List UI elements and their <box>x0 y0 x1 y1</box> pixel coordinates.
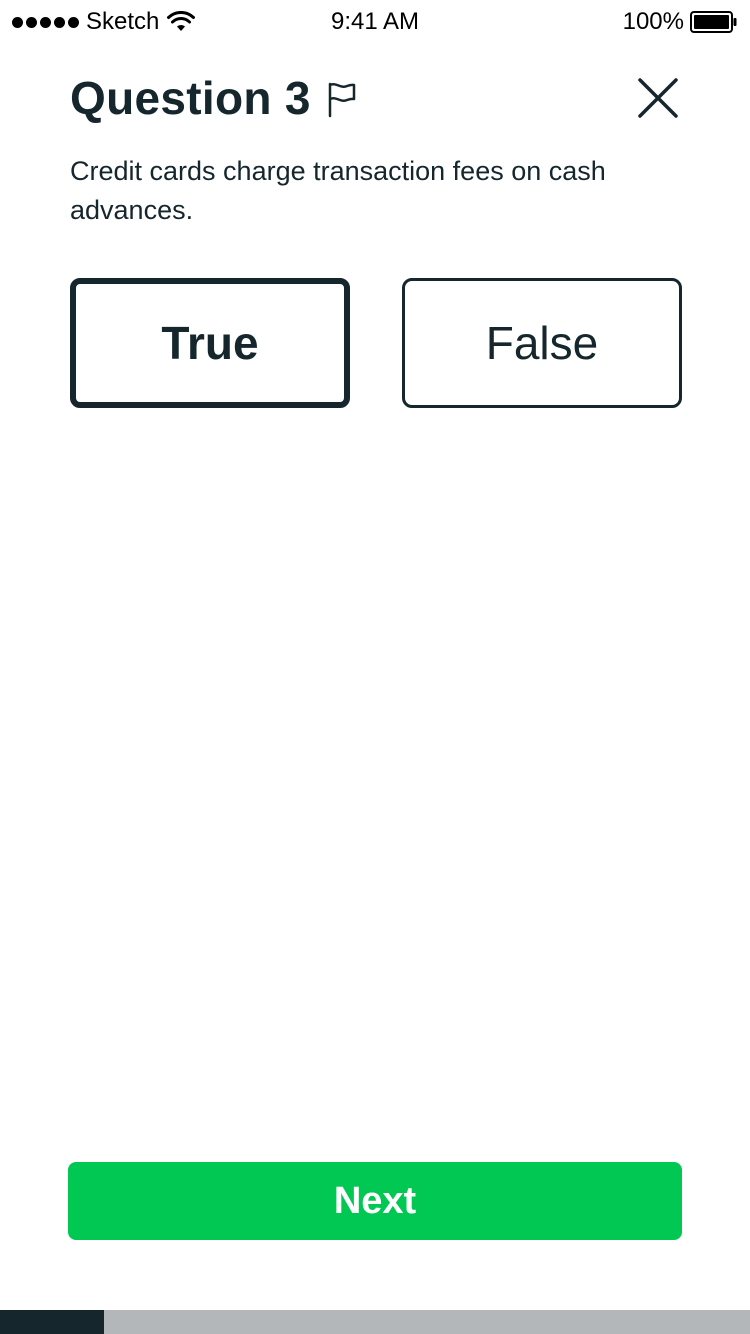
next-button[interactable]: Next <box>68 1162 682 1240</box>
battery-icon <box>690 11 737 33</box>
flag-icon[interactable] <box>327 82 357 118</box>
question-prompt: Credit cards charge transaction fees on … <box>70 156 606 225</box>
progress-bar <box>0 1310 750 1334</box>
answer-false-button[interactable]: False <box>402 278 682 408</box>
question-header: Question 3 <box>70 70 680 126</box>
answer-true-button[interactable]: True <box>70 278 350 408</box>
progress-fill <box>0 1310 105 1334</box>
title-group: Question 3 <box>70 70 357 126</box>
close-icon[interactable] <box>636 76 680 120</box>
status-bar: Sketch 9:41 AM 100% <box>0 0 750 44</box>
status-right: 100% <box>623 8 738 36</box>
close-button[interactable] <box>636 76 680 120</box>
page-title: Question 3 <box>70 72 311 124</box>
battery-percentage: 100% <box>622 8 684 35</box>
